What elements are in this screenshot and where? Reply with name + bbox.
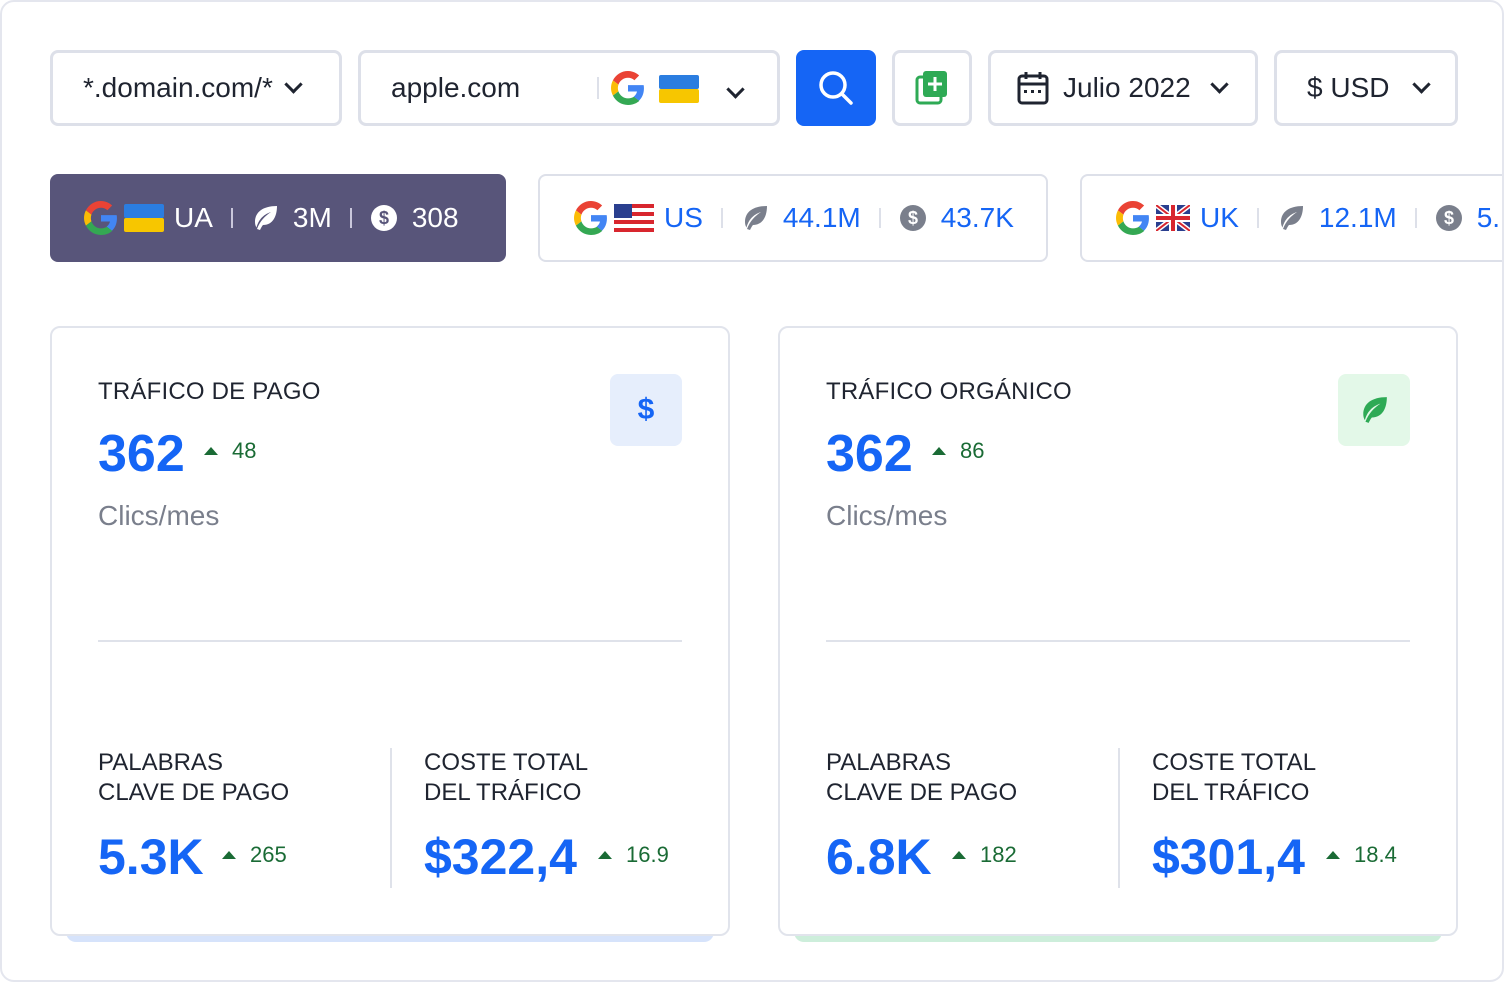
arrow-up-icon: [598, 851, 612, 859]
organic-cost-delta: 18.4: [1326, 842, 1397, 868]
organic-count: 12.1M: [1318, 202, 1397, 233]
chevron-down-icon: [1209, 74, 1229, 94]
search-icon: [819, 71, 853, 105]
divider: [826, 640, 1410, 642]
paid-count: 43.7K: [940, 202, 1014, 233]
organic-cost-value: $301,4: [1152, 829, 1305, 885]
database-chip-ua[interactable]: UA 3M $ 308: [50, 174, 506, 262]
calendar-icon: [1017, 72, 1049, 105]
organic-traffic-delta: 86: [932, 438, 984, 464]
divider: [878, 208, 881, 228]
database-chip-us[interactable]: US 44.1M $ 43.7K: [538, 174, 1048, 262]
country-code: US: [664, 202, 703, 233]
currency-value: $ USD: [1307, 72, 1390, 103]
paid-keywords-value: 5.3K: [98, 829, 204, 885]
arrow-up-icon: [952, 851, 966, 859]
google-icon: [84, 201, 117, 235]
divider: [720, 208, 723, 228]
card-title: TRÁFICO DE PAGO: [98, 378, 321, 405]
svg-text:$: $: [1444, 208, 1454, 228]
divider: [1414, 208, 1417, 228]
leaf-icon: [254, 206, 277, 230]
leaf-icon: [1280, 206, 1303, 230]
organic-keywords-label: PALABRAS CLAVE DE PAGO: [826, 749, 1018, 806]
country-code: UK: [1200, 202, 1239, 233]
paid-traffic-unit: Clics/mes: [98, 500, 220, 531]
paid-traffic-delta: 48: [204, 438, 256, 464]
svg-text:$: $: [908, 208, 918, 228]
organic-count: 44.1M: [782, 202, 861, 233]
google-icon: [574, 201, 607, 235]
arrow-up-icon: [204, 447, 218, 455]
arrow-up-icon: [932, 447, 946, 455]
chevron-down-icon: [726, 80, 745, 99]
organic-traffic-unit: Clics/mes: [826, 500, 948, 531]
currency-dropdown[interactable]: $ USD: [1274, 50, 1458, 126]
card-title: TRÁFICO ORGÁNICO: [826, 378, 1072, 405]
ukraine-flag-icon: [124, 204, 164, 232]
dollar-circle-icon: $: [370, 205, 397, 231]
ukraine-flag-icon: [659, 75, 699, 110]
add-to-list-button[interactable]: [892, 50, 972, 126]
paid-count: 5.1: [1476, 202, 1502, 233]
dollar-circle-icon: $: [1435, 205, 1462, 231]
scope-value: *.domain.com/*: [83, 72, 273, 103]
organic-count: 3M: [292, 202, 332, 233]
divider: [98, 640, 682, 642]
paid-cost-delta: 16.9: [598, 842, 669, 868]
organic-keywords-value: 6.8K: [826, 829, 932, 885]
google-icon: [611, 71, 645, 112]
organic-cost-label: COSTE TOTAL DEL TRÁFICO: [1152, 749, 1317, 806]
paid-cost-value: $322,4: [424, 829, 577, 885]
paid-cost-label: COSTE TOTAL DEL TRÁFICO: [424, 749, 589, 806]
divider: [597, 77, 599, 99]
uk-flag-icon: [1156, 205, 1190, 231]
divider: [390, 748, 392, 888]
chevron-down-icon: [284, 74, 303, 94]
leaf-icon: [744, 206, 767, 230]
domain-input-group[interactable]: apple.com: [358, 50, 780, 126]
organic-keywords-delta: 182: [952, 842, 1017, 868]
scope-dropdown[interactable]: *.domain.com/*: [50, 50, 342, 126]
search-button[interactable]: [796, 50, 876, 126]
arrow-up-icon: [222, 851, 236, 859]
usa-flag-icon: [614, 204, 654, 232]
date-value: Julio 2022: [1063, 72, 1191, 103]
paid-count: 308: [411, 202, 459, 233]
divider: [1256, 208, 1259, 228]
domain-input[interactable]: apple.com: [391, 72, 520, 104]
chevron-down-icon: [1412, 74, 1432, 94]
leaf-icon: [1338, 374, 1410, 446]
dollar-icon: $: [610, 374, 682, 446]
paid-keywords-delta: 265: [222, 842, 287, 868]
paid-traffic-card: TRÁFICO DE PAGO $ 362 48 Clics/mes PALAB…: [50, 326, 730, 936]
date-dropdown[interactable]: Julio 2022: [988, 50, 1258, 126]
arrow-up-icon: [1326, 851, 1340, 859]
paid-traffic-value: 362: [98, 425, 185, 483]
country-code: UA: [174, 202, 213, 233]
svg-text:$: $: [379, 208, 389, 228]
divider: [1118, 748, 1120, 888]
database-chip-uk[interactable]: UK 12.1M $ 5.1: [1080, 174, 1502, 262]
google-icon: [1116, 201, 1149, 235]
divider: [349, 208, 352, 228]
divider: [230, 208, 233, 228]
app-frame: *.domain.com/* apple.com Julio 2022 $ US…: [0, 0, 1504, 982]
add-list-icon: [915, 71, 947, 105]
dollar-circle-icon: $: [899, 205, 926, 231]
organic-traffic-value: 362: [826, 425, 913, 483]
paid-keywords-label: PALABRAS CLAVE DE PAGO: [98, 749, 290, 806]
organic-traffic-card: TRÁFICO ORGÁNICO 362 86 Clics/mes PALABR…: [778, 326, 1458, 936]
